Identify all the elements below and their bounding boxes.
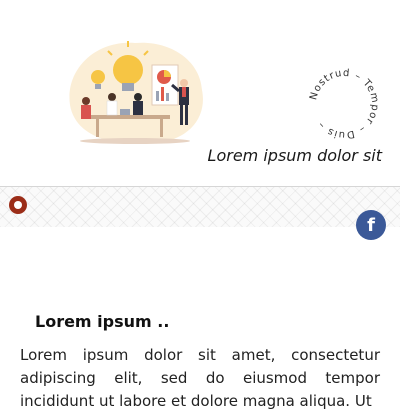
section-title: Lorem ipsum ..: [35, 312, 170, 331]
circle-text-path: Nostrud – Tempor – Duis –: [308, 68, 379, 140]
svg-text:Nostrud – Tempor – Duis –: Nostrud – Tempor – Duis –: [308, 68, 380, 140]
pattern-band: [0, 187, 400, 227]
business-meeting-illustration: [69, 41, 203, 144]
facebook-share-button[interactable]: f: [356, 210, 386, 240]
rotating-circle-text: Nostrud – Tempor – Duis –: [308, 68, 380, 140]
hero-tagline: Lorem ipsum dolor sit: [207, 146, 382, 165]
body-paragraph: Lorem ipsum dolor sit amet, consectetur …: [20, 346, 380, 410]
hero-section: Nostrud – Tempor – Duis – Lorem ipsum do…: [0, 0, 400, 186]
radio-dot-icon[interactable]: [9, 196, 27, 214]
facebook-icon: f: [367, 214, 375, 236]
